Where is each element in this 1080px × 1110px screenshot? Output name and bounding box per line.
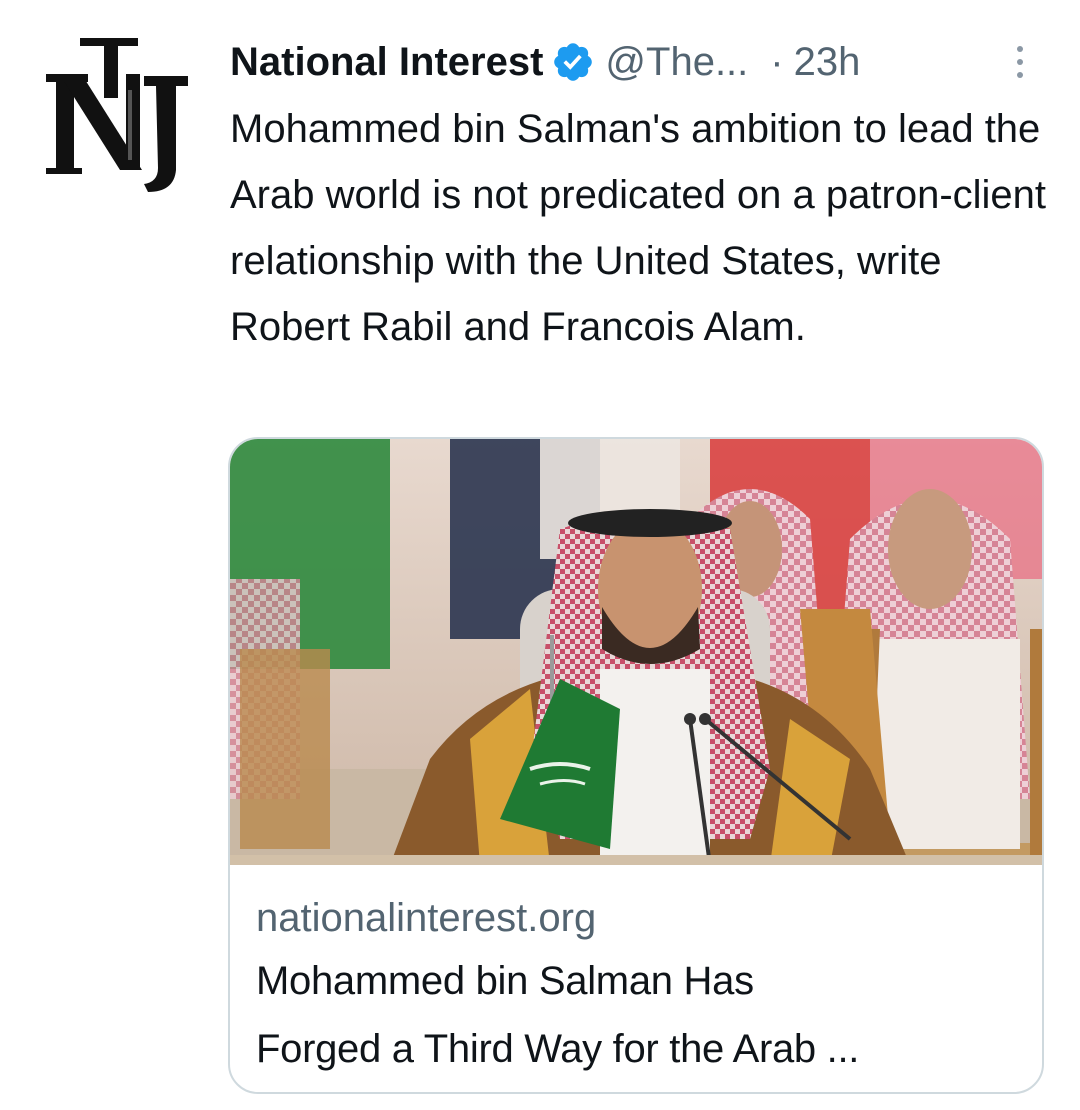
more-vertical-icon[interactable] [1012, 40, 1028, 84]
card-title-line-1: Mohammed bin Salman Has [256, 959, 754, 1003]
card-domain: nationalinterest.org [256, 896, 597, 940]
display-name[interactable]: National Interest [230, 36, 543, 88]
card-meta: nationalinterest.org Mohammed bin Salman… [256, 889, 1026, 1083]
card-title-line-2: Forged a Third Way for the Arab ... [256, 1027, 860, 1071]
link-card[interactable]: nationalinterest.org Mohammed bin Salman… [228, 437, 1044, 1094]
timestamp[interactable]: 23h [794, 36, 861, 88]
national-interest-logo [46, 38, 188, 192]
verified-badge-icon [551, 40, 595, 84]
tweet-header: National Interest @The... · 23h [230, 36, 1030, 88]
user-handle[interactable]: @The... [605, 36, 748, 88]
card-image[interactable] [230, 439, 1042, 865]
avatar[interactable] [44, 30, 194, 195]
tweet[interactable]: National Interest @The... · 23h Mohammed… [0, 0, 1080, 1110]
separator-dot: · [770, 40, 784, 84]
tweet-text: Mohammed bin Salman's ambition to lead t… [230, 107, 1047, 349]
